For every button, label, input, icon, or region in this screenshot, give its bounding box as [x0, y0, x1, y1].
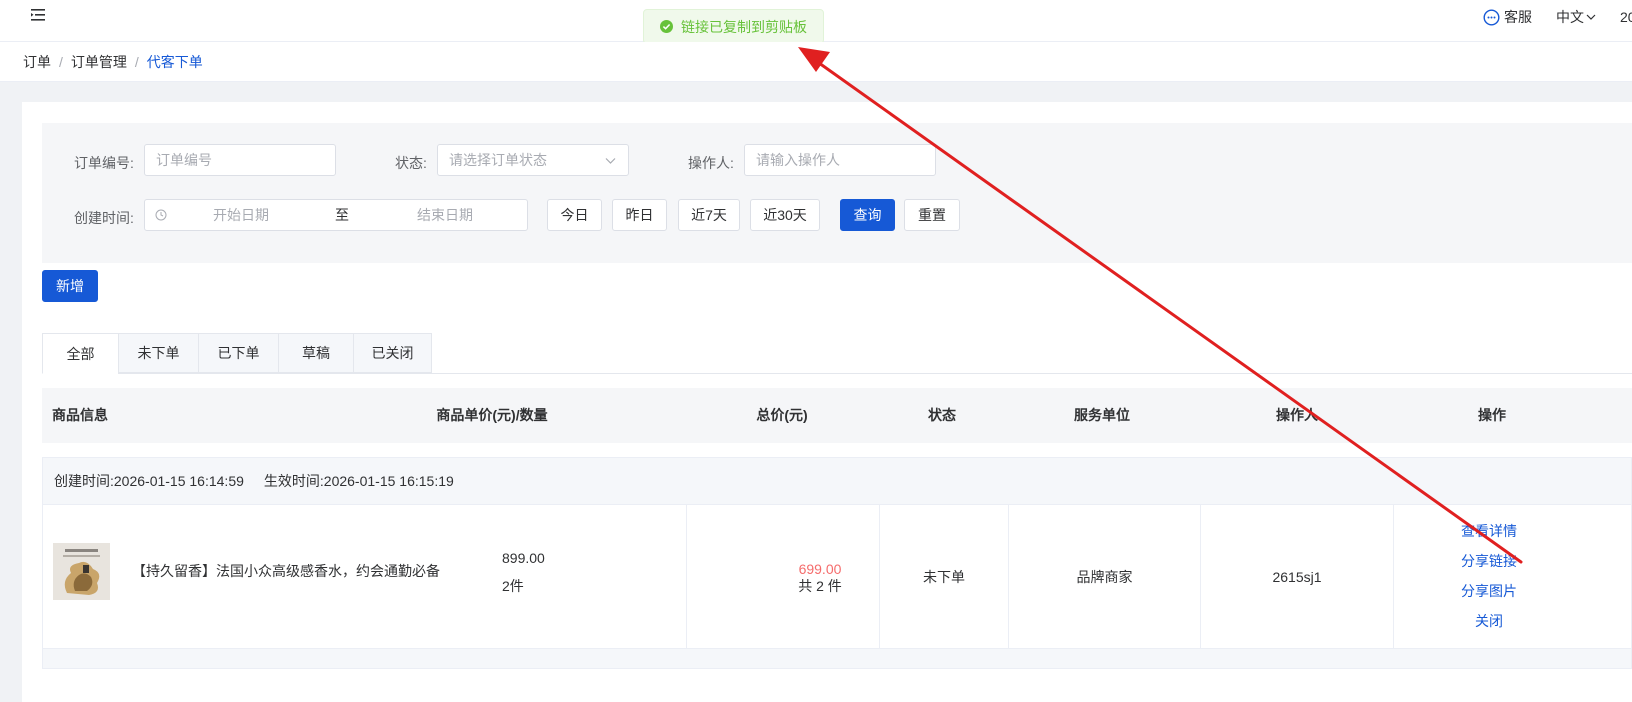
- language-label: 中文: [1556, 9, 1584, 25]
- operator-input[interactable]: 请输入操作人: [744, 144, 936, 176]
- view-details-link[interactable]: 查看详情: [1393, 521, 1585, 541]
- order-no-placeholder: 订单编号: [156, 152, 212, 168]
- share-image-link[interactable]: 分享图片: [1393, 581, 1585, 601]
- filter-panel: 订单编号: 订单编号 状态: 请选择订单状态 操作人: 请输入操作人 创建时间:…: [42, 123, 1632, 263]
- order-created-time: 创建时间:2026-01-15 16:14:59: [54, 473, 244, 489]
- operator-label: 操作人:: [688, 155, 734, 171]
- table-header: 商品信息 商品单价(元)/数量 总价(元) 状态 服务单位 操作人 操作: [42, 388, 1632, 443]
- last-7-days-button[interactable]: 近7天: [678, 199, 740, 231]
- header-product: 商品信息: [52, 407, 108, 423]
- order-effective-time: 生效时间:2026-01-15 16:15:19: [263, 473, 454, 489]
- service-unit: 品牌商家: [1076, 568, 1133, 585]
- range-separator: 至: [335, 207, 349, 223]
- operator-placeholder: 请输入操作人: [756, 152, 840, 168]
- status-tabs: 全部 未下单 已下单 草稿 已关闭: [42, 333, 1632, 374]
- table-row: 【持久留香】法国小众高级感香水，约会通勤必备 899.00 2件 699.00 …: [42, 504, 1632, 649]
- status-placeholder: 请选择订单状态: [449, 152, 547, 168]
- close-order-link[interactable]: 关闭: [1393, 611, 1585, 631]
- share-link-link[interactable]: 分享链接: [1393, 551, 1585, 571]
- tab-closed[interactable]: 已关闭: [353, 333, 432, 373]
- breadcrumb-separator: /: [59, 53, 63, 70]
- start-date-placeholder: 开始日期: [213, 207, 269, 223]
- tab-not-ordered[interactable]: 未下单: [118, 333, 198, 373]
- next-order-header: [42, 649, 1632, 669]
- status-select[interactable]: 请选择订单状态: [437, 144, 629, 176]
- tab-ordered[interactable]: 已下单: [198, 333, 278, 373]
- breadcrumb: 订单 / 订单管理 / 代客下单: [0, 42, 1632, 82]
- product-name: 【持久留香】法国小众高级感香水，约会通勤必备: [132, 563, 440, 579]
- breadcrumb-separator: /: [134, 53, 139, 70]
- customer-service-label: 客服: [1504, 9, 1532, 25]
- operator: 2615sj1: [1272, 568, 1322, 585]
- today-button[interactable]: 今日: [547, 199, 602, 231]
- query-button[interactable]: 查询: [840, 199, 895, 231]
- customer-service-button[interactable]: 客服: [1483, 7, 1532, 27]
- year-fragment: 20: [1620, 9, 1632, 25]
- header-service-unit: 服务单位: [1074, 407, 1130, 423]
- created-date-range[interactable]: 开始日期 至 结束日期: [144, 199, 528, 231]
- breadcrumb-orders[interactable]: 订单: [23, 52, 51, 72]
- end-date-placeholder: 结束日期: [417, 207, 473, 223]
- check-circle-icon: [660, 20, 673, 33]
- menu-toggle-icon[interactable]: [28, 6, 48, 26]
- header-actions: 操作: [1478, 407, 1506, 423]
- order-status: 未下单: [923, 568, 965, 585]
- total-price: 699.00: [798, 561, 842, 577]
- order-no-input[interactable]: 订单编号: [144, 144, 336, 176]
- column-divider: [686, 505, 687, 648]
- last-30-days-button[interactable]: 近30天: [750, 199, 820, 231]
- header-total: 总价(元): [756, 407, 808, 423]
- tab-all[interactable]: 全部: [42, 333, 118, 374]
- toast-message: 链接已复制到剪贴板: [681, 18, 807, 35]
- clock-icon: [155, 209, 167, 221]
- product-thumbnail: [53, 543, 110, 600]
- yesterday-button[interactable]: 昨日: [612, 199, 667, 231]
- status-label: 状态:: [395, 155, 427, 171]
- unit-price: 899.00: [502, 550, 545, 566]
- total-count: 共 2 件: [798, 578, 842, 594]
- reset-button[interactable]: 重置: [904, 199, 960, 231]
- header-unit-price-qty: 商品单价(元)/数量: [436, 407, 548, 423]
- order-no-label: 订单编号:: [74, 155, 134, 171]
- language-switcher[interactable]: 中文: [1556, 7, 1596, 27]
- main-card: 订单编号: 订单编号 状态: 请选择订单状态 操作人: 请输入操作人 创建时间:…: [22, 102, 1632, 702]
- tab-draft[interactable]: 草稿: [278, 333, 353, 373]
- chevron-down-icon: [605, 158, 616, 164]
- header-status: 状态: [928, 407, 956, 423]
- chat-bubble-icon: [1483, 8, 1500, 26]
- chevron-down-icon: [1586, 14, 1596, 20]
- breadcrumb-current: 代客下单: [146, 53, 203, 70]
- quantity: 2件: [502, 578, 524, 594]
- add-button[interactable]: 新增: [42, 270, 98, 302]
- created-time-label: 创建时间:: [74, 210, 134, 226]
- breadcrumb-order-management[interactable]: 订单管理: [71, 52, 127, 72]
- order-group-header: 创建时间:2026-01-15 16:14:59 生效时间:2026-01-15…: [42, 457, 1632, 505]
- header-operator: 操作人: [1276, 407, 1318, 423]
- success-toast: 链接已复制到剪贴板: [643, 9, 824, 44]
